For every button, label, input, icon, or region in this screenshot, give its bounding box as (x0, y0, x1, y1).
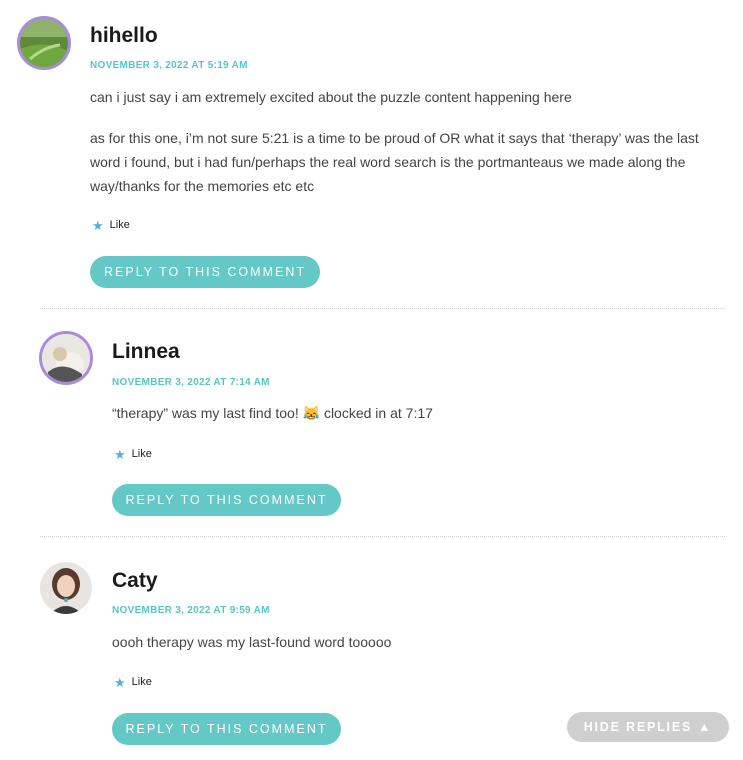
like-label: Like (131, 676, 152, 688)
reply-button[interactable]: REPLY TO THIS COMMENT (112, 713, 341, 745)
comment-text: oooh therapy was my last-found word tooo… (112, 634, 392, 650)
comment-divider (40, 308, 725, 309)
comment-author[interactable]: Caty (112, 569, 158, 593)
avatar[interactable] (20, 19, 68, 67)
comment-author[interactable]: hihello (90, 24, 158, 48)
star-icon: ★ (92, 217, 104, 233)
comment-date[interactable]: NOVEMBER 3, 2022 AT 9:59 AM (112, 605, 270, 616)
hide-replies-label: HIDE REPLIES (583, 720, 693, 734)
comment-text: can i just say i am extremely excited ab… (90, 89, 572, 105)
avatar-image (20, 19, 68, 67)
star-icon: ★ (114, 446, 126, 462)
comment-date[interactable]: NOVEMBER 3, 2022 AT 5:19 AM (90, 60, 248, 71)
reply-button[interactable]: REPLY TO THIS COMMENT (90, 256, 320, 288)
comment-divider (40, 536, 725, 537)
comment-text: as for this one, i’m not sure 5:21 is a … (90, 130, 699, 194)
comment-date[interactable]: NOVEMBER 3, 2022 AT 7:14 AM (112, 377, 270, 388)
avatar[interactable] (42, 334, 90, 382)
like-button[interactable]: ★ Like (114, 446, 152, 462)
comment-text: “therapy” was my last find too! 😹 clocke… (112, 405, 433, 421)
avatar-image (40, 562, 92, 614)
comment-author[interactable]: Linnea (112, 340, 180, 364)
reply-button[interactable]: REPLY TO THIS COMMENT (112, 484, 341, 516)
triangle-up-icon: ▲ (698, 720, 713, 734)
avatar[interactable] (40, 562, 92, 614)
like-button[interactable]: ★ Like (114, 674, 152, 690)
star-icon: ★ (114, 674, 126, 690)
like-label: Like (109, 219, 130, 231)
avatar-image (42, 334, 90, 382)
hide-replies-button[interactable]: HIDE REPLIES ▲ (567, 712, 729, 742)
like-label: Like (131, 448, 152, 460)
like-button[interactable]: ★ Like (92, 217, 130, 233)
